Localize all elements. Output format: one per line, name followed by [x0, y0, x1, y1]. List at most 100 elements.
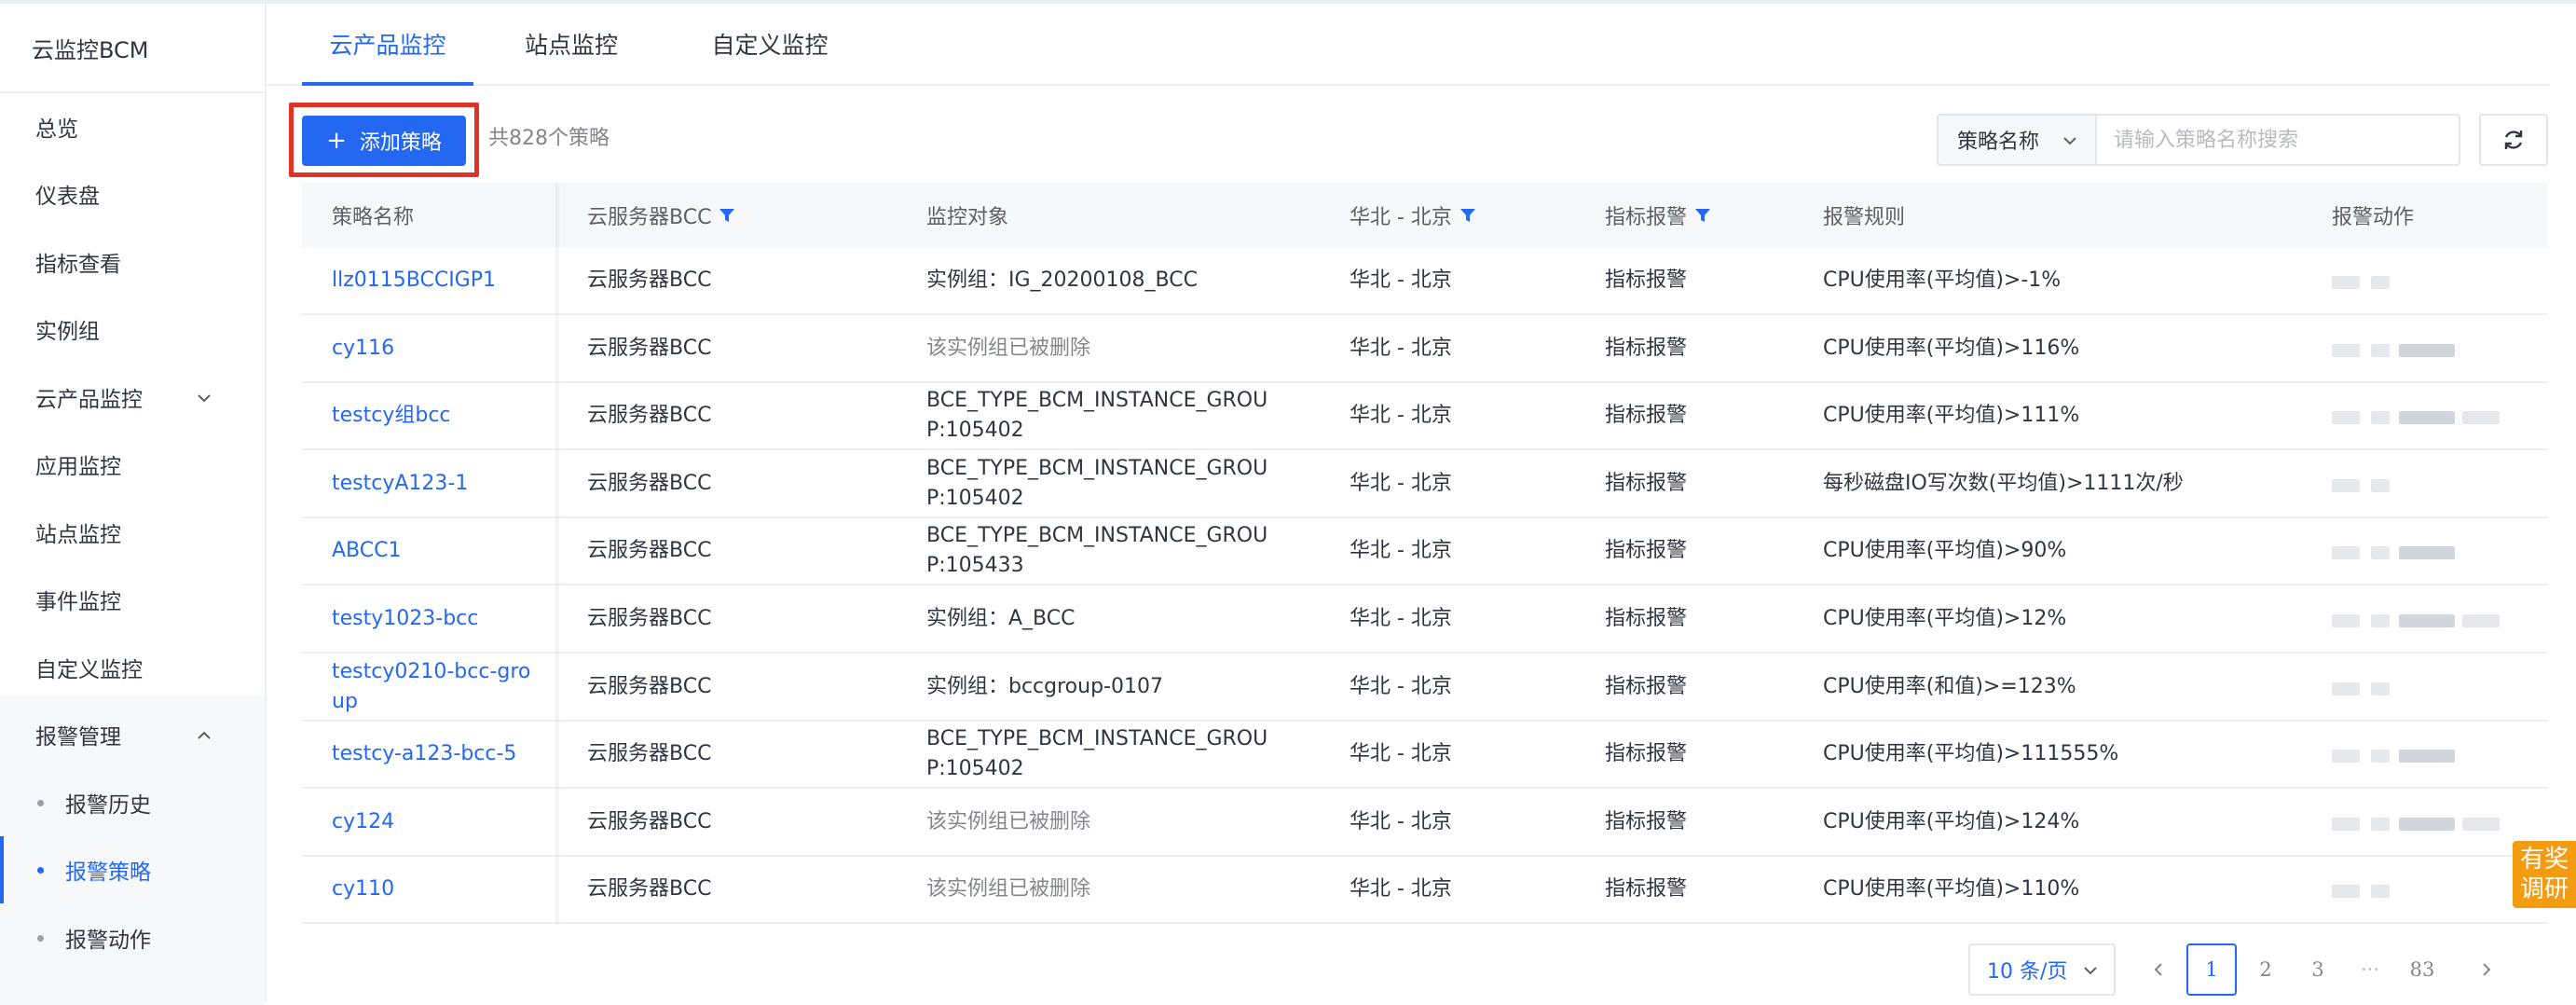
header-label: 指标报警: [1605, 206, 1688, 229]
sidebar-item-custom-monitor[interactable]: 自定义监控: [0, 634, 265, 701]
search-input[interactable]: [2095, 114, 2460, 166]
alarm-type-cell: 指标报警: [1605, 674, 1688, 698]
sidebar-item-alarm-policy[interactable]: 报警策略: [0, 836, 265, 903]
header-service[interactable]: 云服务器BCC: [557, 183, 897, 248]
region-cell: 华北 - 北京: [1350, 268, 1452, 292]
redacted-block: [2371, 276, 2390, 289]
alarm-action-cell: [2302, 722, 2548, 787]
table-row: testcyA123-1 云服务器BCC BCE_TYPE_BCM_INSTANCE…: [302, 451, 2548, 518]
monitor-target-cell: 实例组：IG_20200108_BCC: [926, 268, 1198, 292]
redacted-block: [2399, 411, 2455, 425]
tab-custom-monitor[interactable]: 自定义监控: [695, 4, 844, 84]
sidebar-item-app-monitor[interactable]: 应用监控: [0, 431, 265, 498]
policy-name-link[interactable]: testcy0210-bcc-group: [302, 654, 555, 720]
region-cell: 华北 - 北京: [1350, 539, 1452, 563]
search-field-label: 策略名称: [1957, 131, 2040, 154]
redacted-block: [2371, 750, 2390, 764]
redacted-block: [2332, 817, 2360, 831]
redacted-block: [2371, 614, 2390, 627]
header-label: 报警动作: [2332, 206, 2415, 229]
policy-name-link[interactable]: ABCC1: [302, 518, 555, 584]
header-policy-name: 策略名称: [302, 183, 555, 248]
monitor-target-cell: 该实例组已被删除: [926, 809, 1091, 833]
sidebar-item-label: 指标查看: [35, 253, 121, 277]
service-cell: 云服务器BCC: [587, 809, 712, 833]
alarm-type-cell: 指标报警: [1605, 539, 1688, 563]
alarm-rule-cell: CPU使用率(平均值)>116%: [1823, 336, 2080, 360]
service-cell: 云服务器BCC: [587, 607, 712, 630]
filter-icon[interactable]: [1694, 207, 1711, 224]
bullet-icon: [37, 867, 44, 874]
sidebar-item-overview[interactable]: 总览: [0, 93, 265, 160]
monitor-target-cell: 该实例组已被删除: [926, 877, 1091, 902]
refresh-button[interactable]: [2479, 114, 2548, 166]
policy-name-link[interactable]: testcy-a123-bcc-5: [302, 722, 555, 787]
sidebar-item-instance-group[interactable]: 实例组: [0, 296, 265, 363]
active-indicator: [0, 836, 4, 903]
sidebar-item-alarm-history[interactable]: 报警历史: [0, 769, 265, 836]
page-ellipsis[interactable]: ···: [2345, 943, 2395, 996]
sidebar-item-label: 实例组: [35, 320, 100, 344]
monitor-target-cell: 该实例组已被删除: [926, 336, 1091, 360]
alarm-action-cell: [2302, 383, 2548, 448]
redacted-block: [2332, 681, 2360, 695]
header-label: 报警规则: [1823, 206, 1906, 229]
filter-icon[interactable]: [1459, 207, 1476, 224]
header-monitor-target: 监控对象: [897, 183, 1320, 248]
highlight-annotation: [289, 103, 479, 177]
redacted-block: [2371, 817, 2390, 831]
sidebar-item-alarm-action[interactable]: 报警动作: [0, 904, 265, 971]
policy-name-link[interactable]: cy116: [302, 316, 555, 381]
survey-line2: 调研: [2519, 875, 2569, 903]
page-1-button[interactable]: 1: [2186, 943, 2237, 996]
redacted-block: [2371, 681, 2390, 695]
redacted-block: [2332, 885, 2360, 899]
monitor-target-cell: BCE_TYPE_BCM_INSTANCE_GROUP:105402: [926, 389, 1268, 443]
prev-page-button[interactable]: [2134, 943, 2185, 996]
alarm-action-cell: [2302, 654, 2548, 720]
redacted-block: [2332, 478, 2360, 492]
sidebar-item-metrics[interactable]: 指标查看: [0, 228, 265, 296]
survey-badge[interactable]: 有奖 调研: [2513, 841, 2576, 908]
header-region[interactable]: 华北 - 北京: [1320, 183, 1575, 248]
sidebar-item-cloud-product[interactable]: 云产品监控: [0, 364, 265, 431]
tab-cloud-product[interactable]: 云产品监控: [302, 4, 473, 86]
next-page-button[interactable]: [2460, 943, 2511, 996]
policy-count: 共828个策略: [488, 127, 610, 150]
redacted-block: [2399, 546, 2455, 560]
redacted-block: [2399, 750, 2455, 764]
chevron-up-icon: [198, 731, 211, 739]
alarm-type-cell: 指标报警: [1605, 877, 1688, 902]
sidebar-item-alarm-management[interactable]: 报警管理: [0, 701, 265, 768]
alarm-rule-cell: CPU使用率(和值)>=123%: [1823, 674, 2076, 698]
policy-name-link[interactable]: cy110: [302, 857, 555, 922]
page-3-button[interactable]: 3: [2293, 943, 2343, 996]
page-size-select[interactable]: 10 条/页: [1968, 943, 2116, 996]
alarm-type-cell: 指标报警: [1605, 742, 1688, 766]
alarm-type-cell: 指标报警: [1605, 268, 1688, 292]
sidebar-item-site-monitor[interactable]: 站点监控: [0, 499, 265, 566]
header-alarm-type[interactable]: 指标报警: [1575, 183, 1793, 248]
policy-name-link[interactable]: testcyA123-1: [302, 451, 555, 516]
policy-name-link[interactable]: llz0115BCCIGP1: [302, 248, 555, 313]
page-2-button[interactable]: 2: [2240, 943, 2291, 996]
filter-icon[interactable]: [719, 207, 735, 224]
sidebar-item-dashboard[interactable]: 仪表盘: [0, 160, 265, 227]
alarm-type-cell: 指标报警: [1605, 471, 1688, 495]
service-cell: 云服务器BCC: [587, 471, 712, 495]
table-row: cy124 云服务器BCC 该实例组已被删除 华北 - 北京 指标报警 CPU使用率(平均…: [302, 790, 2548, 857]
alarm-type-cell: 指标报警: [1605, 404, 1688, 428]
policy-name-link[interactable]: testy1023-bcc: [302, 586, 555, 652]
region-cell: 华北 - 北京: [1350, 877, 1452, 902]
bullet-icon: [37, 800, 44, 806]
redacted-block: [2462, 817, 2500, 831]
search-field-select[interactable]: 策略名称: [1937, 114, 2097, 166]
sidebar-item-label: 报警管理: [35, 725, 121, 750]
header-label: 策略名称: [332, 206, 415, 229]
sidebar-item-event-monitor[interactable]: 事件监控: [0, 566, 265, 633]
policy-name-link[interactable]: cy124: [302, 790, 555, 855]
table-row: ABCC1 云服务器BCC BCE_TYPE_BCM_INSTANCE_GROUP:…: [302, 518, 2548, 586]
page-83-button[interactable]: 83: [2397, 943, 2447, 996]
tab-site-monitor[interactable]: 站点监控: [511, 4, 632, 84]
policy-name-link[interactable]: testcy组bcc: [302, 383, 555, 448]
